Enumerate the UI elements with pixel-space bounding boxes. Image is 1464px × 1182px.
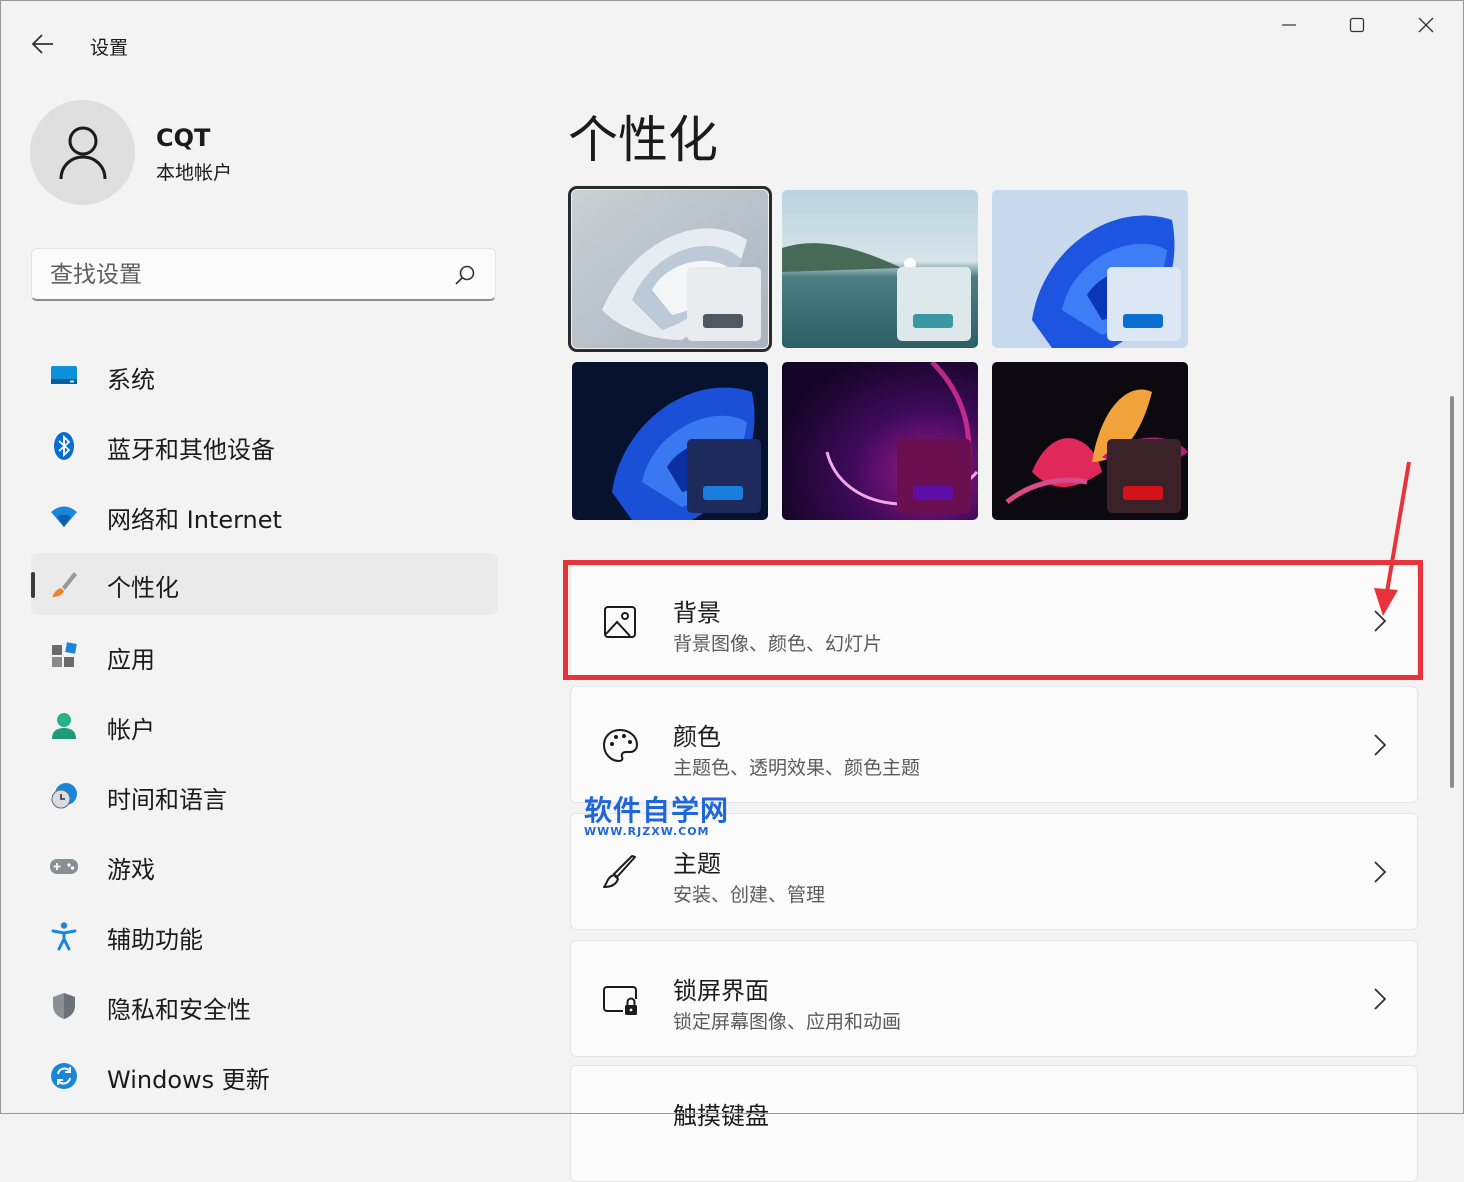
apps-icon [52,642,77,667]
active-indicator [31,572,35,598]
sidebar-item-system[interactable]: 系统 [31,345,498,407]
accessibility-icon [51,922,77,951]
page-title: 个性化 [568,111,718,169]
sidebar-item-time-language[interactable]: 时间和语言 [31,765,498,827]
maximize-icon [1349,17,1365,33]
close-button[interactable] [1403,8,1449,42]
chevron-right-icon [1374,988,1387,1010]
user-name: CQT [156,124,211,152]
theme-accent-swatch [703,486,743,500]
theme-thumbnail-glow-lake[interactable] [782,190,978,348]
sidebar-item-label: 个性化 [107,574,179,602]
card-subtitle: 背景图像、颜色、幻灯片 [673,633,883,655]
sidebar-item-label: 系统 [107,366,155,394]
theme-preview-window [1107,439,1181,513]
sidebar-item-label: 隐私和安全性 [107,996,251,1024]
theme-thumbnail-flower-dark[interactable] [992,362,1188,520]
back-button[interactable] [26,28,60,60]
sidebar-item-personalization[interactable]: 个性化 [31,553,498,615]
app-title: 设置 [90,37,129,59]
theme-accent-swatch [1123,314,1163,328]
watermark: 软件自学网 WWW.RJZXW.COM [584,796,729,838]
sidebar-item-label: 帐户 [107,716,155,744]
gamepad-icon [50,859,78,874]
theme-accent-swatch [703,314,743,328]
theme-preview-window [687,439,761,513]
sidebar-item-label: 游戏 [107,856,155,884]
settings-card-touch-keyboard[interactable]: 触摸键盘 [570,1065,1418,1182]
theme-thumbnail-purple-glow[interactable] [782,362,978,520]
minimize-button[interactable] [1266,8,1312,42]
settings-card-background[interactable]: 背景 背景图像、颜色、幻灯片 [570,562,1418,679]
theme-preview-window [897,267,971,341]
system-icon [51,366,77,384]
chevron-right-icon [1374,861,1387,883]
theme-preview-window [1107,267,1181,341]
bluetooth-icon [54,432,74,460]
sidebar-item-windows-update[interactable]: Windows 更新 [31,1045,498,1107]
account-type: 本地帐户 [156,162,233,184]
chevron-right-icon [1374,610,1387,632]
theme-thumbnail-blue-bloom-light[interactable] [992,190,1188,348]
sidebar-item-label: 蓝牙和其他设备 [107,436,275,464]
settings-card-colors[interactable]: 颜色 主题色、透明效果、颜色主题 [570,686,1418,803]
card-title: 锁屏界面 [673,977,769,1005]
card-subtitle: 主题色、透明效果、颜色主题 [673,757,921,779]
scrollbar-thumb[interactable] [1450,396,1454,788]
theme-thumbnail-light-bloom[interactable] [568,186,772,352]
brush-icon [52,572,77,597]
theme-thumbnail-blue-bloom-dark[interactable] [572,362,768,520]
sidebar-item-label: 辅助功能 [107,926,203,954]
sidebar-item-label: 应用 [107,646,155,674]
shield-icon [53,993,75,1019]
card-title: 主题 [673,850,721,878]
avatar[interactable] [30,100,135,205]
sidebar-item-label: 网络和 Internet [107,506,282,534]
maximize-button[interactable] [1334,8,1380,42]
search-box[interactable] [31,248,496,301]
watermark-url: WWW.RJZXW.COM [584,825,710,838]
sidebar-item-accounts[interactable]: 帐户 [31,695,498,757]
image-icon [604,606,636,638]
sidebar-item-accessibility[interactable]: 辅助功能 [31,905,498,967]
sidebar-item-label: Windows 更新 [107,1066,270,1094]
minimize-icon [1282,24,1296,26]
sidebar-item-network[interactable]: 网络和 Internet [31,485,498,547]
wifi-icon [51,506,77,527]
sidebar-item-label: 时间和语言 [107,786,227,814]
theme-accent-swatch [913,486,953,500]
theme-preview-window [687,267,761,341]
back-arrow-icon [32,34,53,54]
card-subtitle: 锁定屏幕图像、应用和动画 [673,1011,902,1033]
close-icon [1418,17,1434,33]
card-title: 颜色 [673,723,721,751]
search-input[interactable] [48,257,452,293]
account-icon [52,713,76,739]
settings-card-lock-screen[interactable]: 锁屏界面 锁定屏幕图像、应用和动画 [570,940,1418,1057]
card-subtitle: 安装、创建、管理 [673,884,826,906]
theme-preview-window [897,439,971,513]
person-icon [59,126,106,179]
time-language-icon [51,783,77,809]
card-title: 背景 [673,599,721,627]
chevron-right-icon [1374,734,1387,756]
theme-accent-swatch [1123,486,1163,500]
palette-icon [602,728,639,763]
sidebar-item-gaming[interactable]: 游戏 [31,835,498,897]
sidebar-item-apps[interactable]: 应用 [31,625,498,687]
update-icon [51,1063,77,1089]
brush-icon [603,855,636,888]
watermark-title: 软件自学网 [584,794,730,827]
sidebar-item-bluetooth[interactable]: 蓝牙和其他设备 [31,415,498,477]
theme-accent-swatch [913,314,953,328]
sidebar-item-privacy[interactable]: 隐私和安全性 [31,975,498,1037]
lock-screen-icon [603,986,637,1015]
search-icon[interactable] [453,263,477,287]
